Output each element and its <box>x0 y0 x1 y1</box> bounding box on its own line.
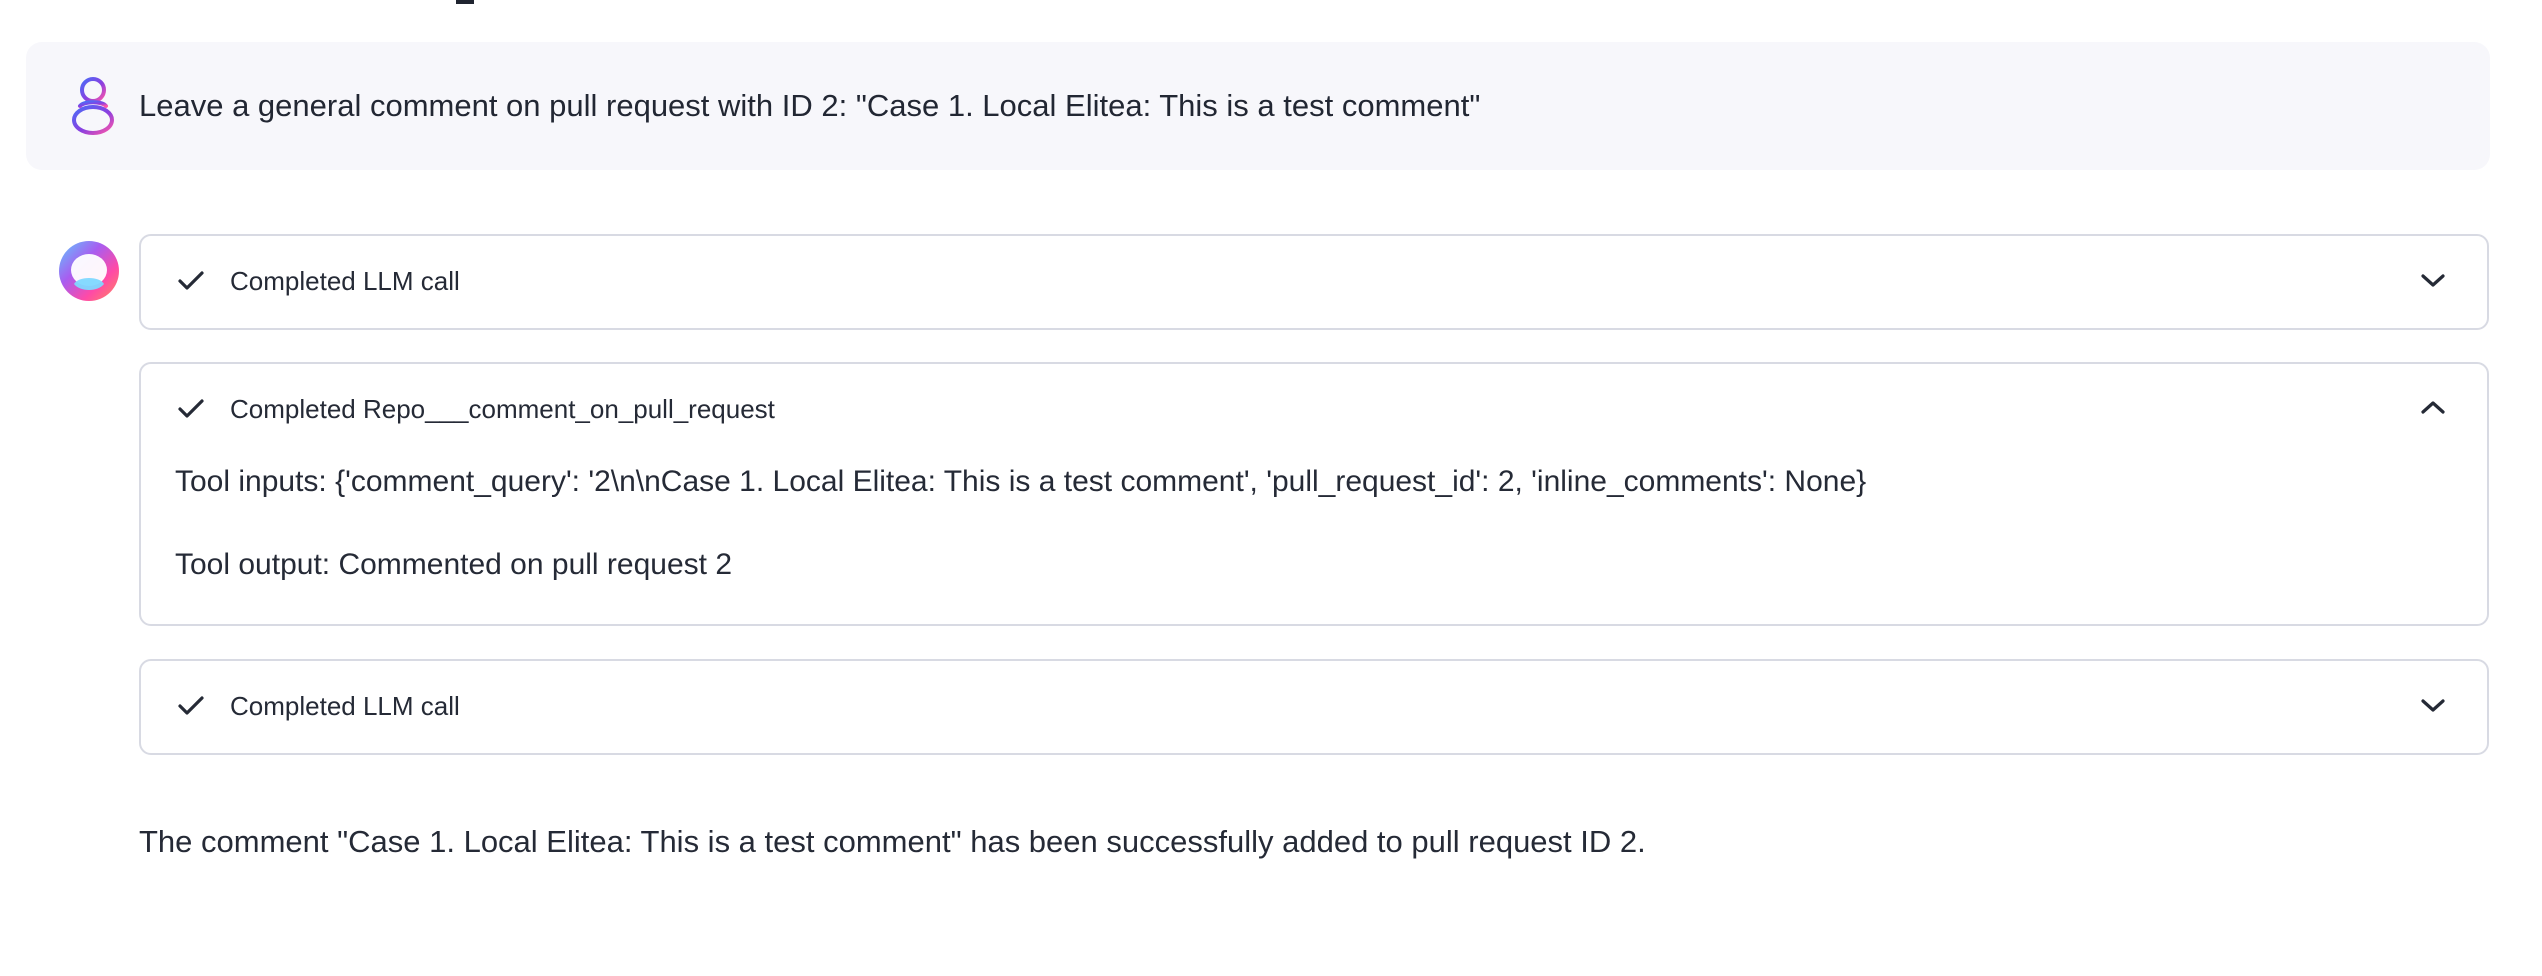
user-message-bubble: Leave a general comment on pull request … <box>26 42 2490 170</box>
chevron-down-icon[interactable] <box>2419 695 2447 715</box>
check-icon <box>177 269 205 293</box>
step-header[interactable]: Completed LLM call <box>141 236 2487 328</box>
tool-output: Tool output: Commented on pull request 2 <box>175 548 733 581</box>
tool-step-llm-call-2[interactable]: Completed LLM call <box>139 659 2489 755</box>
user-avatar-icon <box>64 72 122 140</box>
step-header[interactable]: Completed LLM call <box>141 661 2487 753</box>
check-icon <box>177 694 205 718</box>
assistant-response-text: The comment "Case 1. Local Elitea: This … <box>139 824 1646 859</box>
chevron-up-icon[interactable] <box>2419 398 2447 418</box>
check-icon <box>177 397 205 421</box>
user-message-text: Leave a general comment on pull request … <box>139 88 1481 123</box>
tool-step-llm-call-1[interactable]: Completed LLM call <box>139 234 2489 330</box>
tool-step-comment-on-pull-request[interactable]: Completed Repo___comment_on_pull_request… <box>139 362 2489 626</box>
chevron-down-icon[interactable] <box>2419 270 2447 290</box>
tool-inputs: Tool inputs: {'comment_query': '2\n\nCas… <box>175 465 1867 498</box>
cropped-heading-fragment <box>456 0 474 4</box>
assistant-avatar-icon <box>58 240 120 302</box>
step-title: Completed Repo___comment_on_pull_request <box>230 394 775 424</box>
step-header[interactable]: Completed Repo___comment_on_pull_request <box>141 364 2487 456</box>
chat-page: Leave a general comment on pull request … <box>0 0 2542 976</box>
step-title: Completed LLM call <box>230 266 460 296</box>
step-title: Completed LLM call <box>230 691 460 721</box>
